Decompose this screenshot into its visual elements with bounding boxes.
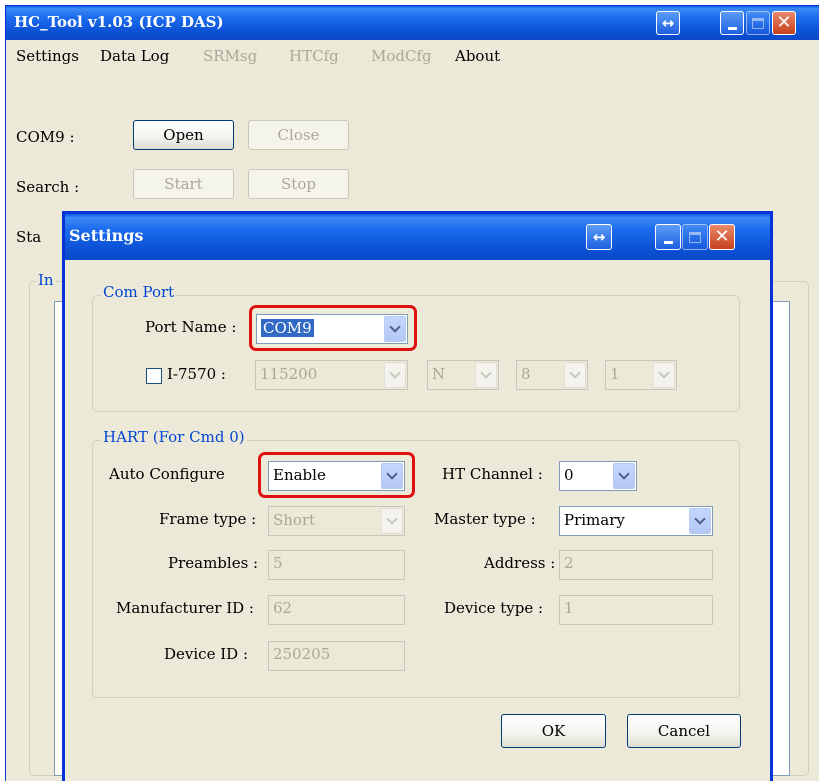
- auto-configure-highlight: [258, 452, 415, 498]
- dialog-minimize-button[interactable]: [655, 224, 681, 250]
- chevron-down-icon: [381, 508, 403, 534]
- chevron-down-icon: [613, 463, 635, 489]
- i7570-label: I-7570 :: [167, 365, 226, 383]
- parity-select: N: [427, 360, 499, 390]
- com-port-group-label: Com Port: [101, 283, 177, 301]
- data-bits-select: 8: [516, 360, 588, 390]
- chevron-down-icon: [475, 362, 497, 388]
- close-button[interactable]: ✕: [772, 11, 796, 35]
- master-type-value: Primary: [564, 511, 625, 529]
- hart-group-label: HART (For Cmd 0): [101, 428, 247, 446]
- i7570-checkbox[interactable]: [146, 368, 162, 384]
- stop-bits-value: 1: [610, 365, 620, 383]
- master-type-select[interactable]: Primary: [559, 506, 713, 536]
- device-id-label: Device ID :: [164, 645, 248, 663]
- double-arrow-icon: ↔: [592, 227, 606, 246]
- close-port-button: Close: [248, 120, 349, 150]
- manufacturer-id-label: Manufacturer ID :: [116, 599, 254, 617]
- maximize-icon: [752, 17, 764, 29]
- port-name-label: Port Name :: [145, 318, 237, 336]
- menu-modcfg: ModCfg: [371, 47, 432, 65]
- restore-button[interactable]: ↔: [656, 11, 680, 35]
- settings-dialog-title: Settings: [69, 226, 144, 245]
- frame-type-select: Short: [268, 506, 405, 536]
- main-window-title: HC_Tool v1.03 (ICP DAS): [14, 13, 224, 31]
- search-label: Search :: [16, 178, 80, 196]
- ok-button[interactable]: OK: [501, 714, 606, 748]
- chevron-down-icon: [689, 508, 711, 534]
- ht-channel-select[interactable]: 0: [559, 461, 637, 491]
- baud-rate-value: 115200: [260, 365, 318, 383]
- close-icon: ✕: [776, 12, 792, 33]
- chevron-down-icon: [653, 362, 675, 388]
- search-start-button: Start: [133, 169, 234, 199]
- maximize-button: [746, 11, 770, 35]
- minimize-icon: [663, 240, 673, 244]
- main-titlebar[interactable]: HC_Tool v1.03 (ICP DAS) ↔ ✕: [6, 6, 819, 40]
- device-id-field: 250205: [268, 641, 405, 671]
- menubar: Settings Data Log SRMsg HTCfg ModCfg Abo…: [6, 42, 819, 70]
- device-type-field: 1: [559, 595, 713, 625]
- dialog-maximize-button: [682, 224, 708, 250]
- auto-configure-label: Auto Configure: [109, 465, 225, 483]
- com-port-label: COM9 :: [16, 128, 75, 146]
- port-name-highlight: [249, 305, 417, 351]
- minimize-button[interactable]: [720, 11, 744, 35]
- menu-data-log[interactable]: Data Log: [100, 47, 169, 65]
- ht-channel-label: HT Channel :: [442, 465, 543, 483]
- double-arrow-icon: ↔: [661, 13, 675, 32]
- dialog-close-button[interactable]: ✕: [709, 224, 735, 250]
- parity-value: N: [432, 365, 446, 383]
- preambles-label: Preambles :: [168, 554, 259, 572]
- close-icon: ✕: [714, 226, 730, 247]
- baud-rate-select: 115200: [255, 360, 408, 390]
- master-type-label: Master type :: [434, 510, 536, 528]
- chevron-down-icon: [564, 362, 586, 388]
- ht-channel-value: 0: [564, 466, 574, 484]
- minimize-icon: [727, 26, 737, 30]
- menu-srmsg: SRMsg: [203, 47, 258, 65]
- menu-htcfg: HTCfg: [289, 47, 339, 65]
- data-bits-value: 8: [521, 365, 531, 383]
- search-stop-button: Stop: [248, 169, 349, 199]
- settings-dialog: Settings ↔ ✕ Com Port Port Name : COM9 I…: [62, 211, 773, 781]
- preambles-field: 5: [268, 550, 405, 580]
- manufacturer-id-field: 62: [268, 595, 405, 625]
- address-label: Address :: [484, 554, 556, 572]
- status-label: Sta: [16, 228, 42, 246]
- cancel-button[interactable]: Cancel: [627, 714, 741, 748]
- dialog-restore-button[interactable]: ↔: [586, 224, 612, 250]
- maximize-icon: [689, 231, 701, 243]
- info-group-label: In: [36, 271, 56, 289]
- settings-titlebar[interactable]: Settings ↔ ✕: [65, 214, 770, 260]
- device-type-label: Device type :: [444, 599, 544, 617]
- menu-settings[interactable]: Settings: [16, 47, 79, 65]
- open-button[interactable]: Open: [133, 120, 234, 150]
- menu-about[interactable]: About: [455, 47, 500, 65]
- frame-type-label: Frame type :: [159, 510, 257, 528]
- frame-type-value: Short: [273, 511, 316, 529]
- address-field: 2: [559, 550, 713, 580]
- stop-bits-select: 1: [605, 360, 677, 390]
- chevron-down-icon: [384, 362, 406, 388]
